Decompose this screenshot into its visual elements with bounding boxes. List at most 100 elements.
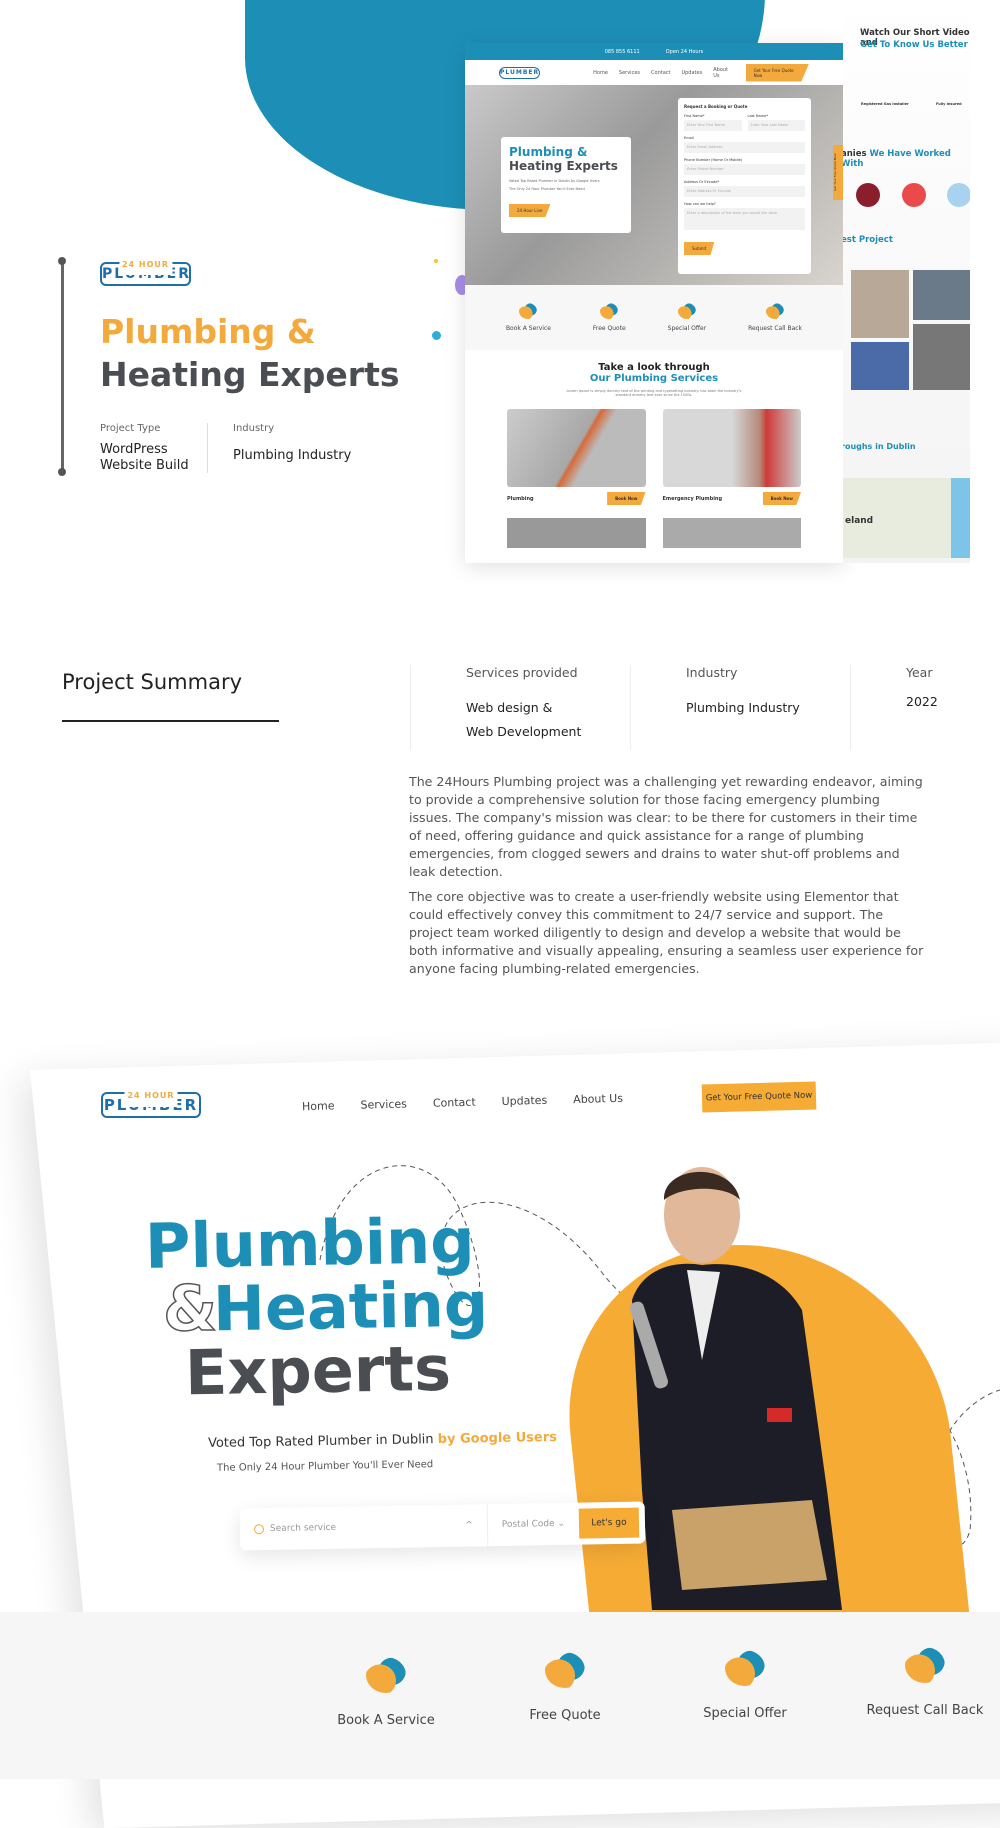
map[interactable]: eland [843,478,970,558]
cta-button[interactable]: Get Your Free Quote Now [701,1081,817,1113]
nav-about[interactable]: About Us [713,67,734,79]
email-label: Email [684,136,694,140]
service-label[interactable]: Book A Service [506,325,551,332]
project-photo [913,324,970,390]
service-card: Plumbing Book Now [507,409,646,510]
hero-title: Heating Experts [509,159,618,173]
service-quote: Free Quote [495,1652,635,1723]
search-input[interactable]: Search service [270,1521,465,1534]
summary-column: Year 2022 [850,665,938,750]
first-name-label: First Name* [684,114,705,118]
client-logo [947,183,970,207]
first-name-input[interactable]: Enter Your First Name [684,120,742,131]
lets-go-button[interactable]: Let's go [578,1507,640,1539]
title-underline [62,720,279,722]
column-label: Year [906,665,933,680]
book-now-button[interactable]: Book Now [762,492,801,505]
phone-input[interactable]: Enter Phone Number [684,164,805,175]
hero-sub: The Only 24 Hour Plumber You'll Ever Nee… [509,187,585,191]
video-heading-accent: Get To Know Us Better [860,40,968,50]
help-textarea[interactable]: Enter a description of the work you woul… [684,208,805,230]
service-offer: Special Offer [668,303,707,332]
service-label[interactable]: Special Offer [668,325,707,332]
column-value: Plumbing Industry [686,700,800,715]
nav-services[interactable]: Services [360,1097,407,1111]
summary-paragraph: The 24Hours Plumbing project was a chall… [409,774,923,879]
service-label[interactable]: Request Call Back [867,1703,984,1718]
project-photo [851,342,909,390]
service-book: Book A Service [316,1657,456,1728]
cta-button[interactable]: Get Your Free Quote Now [745,63,809,82]
percent-badge-icon [677,303,696,319]
nav-updates[interactable]: Updates [501,1094,547,1108]
phone-callback-icon [905,1647,945,1683]
book-now-button[interactable]: Book Now [607,492,646,505]
badge: Fully Insured [936,102,962,106]
phone-callback-icon [766,303,785,319]
hero-logo: 24 HOURPLUMBER [101,1085,201,1118]
logo: 24 HOURPLUMBER [100,255,191,286]
summary-column: Services provided Web design & Web Develop… [410,665,581,750]
postal-code-select[interactable]: Postal Code ⌄ [486,1502,580,1547]
percent-badge-icon [725,1650,765,1686]
side-quote-tab[interactable]: Get Your Free Quote Now [833,145,843,200]
submit-button[interactable]: Submit [684,242,715,255]
industry-label: Industry [233,423,275,434]
divider [207,423,208,473]
nav-about[interactable]: About Us [573,1092,623,1106]
logo-top: 24 HOUR [124,1085,178,1107]
nav-contact[interactable]: Contact [651,70,670,76]
hero-title-experts: Experts [184,1331,452,1410]
airbnb-logo [902,183,926,207]
project-photo [913,270,970,320]
address-input[interactable]: Enter Address Or Eircode [684,186,805,197]
service-label[interactable]: Request Call Back [748,325,802,332]
column-label: Services provided [466,665,578,680]
last-name-input[interactable]: Enter Your Last Name [747,120,805,131]
calendar-icon [519,303,538,319]
logo-text: PLUMBER [500,68,540,76]
timeline-dot [58,468,66,476]
project-type-line: Website Build [100,458,189,473]
hero-button[interactable]: 24 Hour Live [509,204,551,217]
timeline-dot [58,257,66,265]
nav-home[interactable]: Home [302,1099,335,1113]
badge: Registered Gas Installer [861,102,909,106]
hero-services-row: Book A Service Free Quote Special Offer … [0,1612,1000,1779]
card-image [662,409,801,487]
service-label[interactable]: Free Quote [529,1708,600,1723]
map-label: eland [845,516,874,526]
card-image [507,409,646,487]
service-offer: Special Offer [675,1650,815,1721]
column-value: Web design & Web Development [466,696,581,744]
service-card: Emergency Plumbing Book Now [662,409,801,510]
chevron-up-icon[interactable]: ^ [465,1520,473,1530]
decor-dot [434,259,438,263]
services-heading-accent: Our Plumbing Services [589,373,719,384]
form-title: Request a Booking or Quote [684,104,748,109]
nav-home[interactable]: Home [593,70,608,76]
service-quote: Free Quote [593,303,626,332]
nav-updates[interactable]: Updates [681,70,702,76]
project-summary-title: Project Summary [62,670,243,694]
service-callback: Request Call Back [748,303,802,332]
service-label[interactable]: Special Offer [703,1706,787,1721]
industry-value: Plumbing Industry [233,448,352,463]
hero-title: Plumbing & [509,145,588,159]
hero-card: Plumbing & Heating Experts Voted Top Rat… [501,137,631,233]
nav-contact[interactable]: Contact [433,1096,476,1110]
project-photo [851,270,909,338]
service-label[interactable]: Free Quote [593,325,626,332]
quote-icon [545,1652,585,1688]
phone-label: Phone Number (Home Or Mobile) [684,158,743,162]
service-label[interactable]: Book A Service [337,1713,435,1728]
quote-icon [600,303,619,319]
project-heading: est Project [843,235,893,245]
nav-services[interactable]: Services [619,70,640,76]
card-title: Emergency Plumbing [662,495,723,502]
summary-column: Industry Plumbing Industry [630,665,800,750]
email-input[interactable]: Enter Email Address [684,142,805,153]
mock-nav: PLUMBER Home Services Contact Updates About … [465,60,843,85]
card-image [662,518,801,548]
services-row: Book A Service Free Quote Special Offer … [465,285,843,350]
